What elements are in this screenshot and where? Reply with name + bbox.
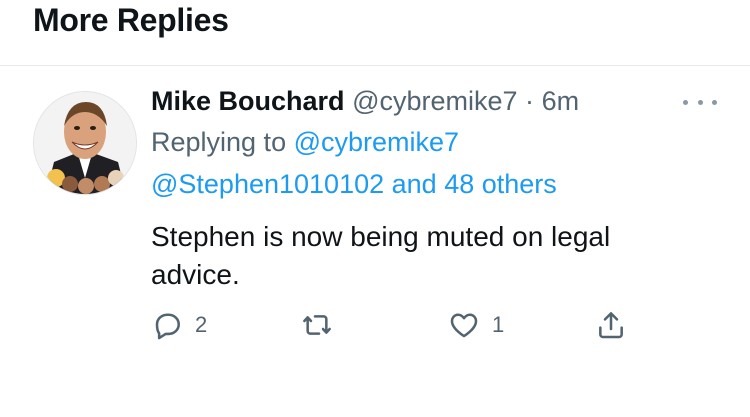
like-button[interactable]: 1: [448, 306, 504, 344]
replying-and: and: [391, 169, 437, 199]
replying-prefix: Replying to: [151, 127, 287, 157]
tweet-header: Mike Bouchard @cybremike7 · 6m: [151, 86, 579, 117]
replying-to-line: Replying to @cybremike7: [151, 127, 459, 158]
avatar-image: [34, 92, 136, 194]
replying-to-link[interactable]: @cybremike7: [294, 127, 459, 157]
share-icon: [599, 312, 623, 339]
divider: [0, 65, 750, 66]
reply-button[interactable]: 2: [151, 306, 207, 344]
replying-to-others-line: @Stephen1010102 and 48 others: [151, 169, 557, 200]
author-handle[interactable]: @cybremike7: [352, 86, 517, 116]
timestamp[interactable]: 6m: [542, 86, 580, 116]
author-name[interactable]: Mike Bouchard: [151, 86, 345, 116]
section-title: More Replies: [33, 2, 229, 38]
reply-count: 2: [195, 312, 208, 337]
tweet-text: Stephen is now being muted on legal advi…: [151, 221, 611, 290]
share-button[interactable]: [595, 306, 627, 344]
separator-dot: ·: [525, 86, 535, 116]
avatar[interactable]: [33, 91, 137, 195]
reply-icon: [155, 313, 181, 340]
replying-others-link[interactable]: 48 others: [444, 169, 557, 199]
more-horizontal-icon[interactable]: [683, 92, 717, 112]
heart-icon: [450, 313, 478, 338]
retweet-button[interactable]: [301, 306, 333, 344]
replying-to-mention[interactable]: @Stephen1010102: [151, 169, 384, 199]
retweet-icon: [303, 315, 331, 335]
like-count: 1: [492, 312, 505, 337]
